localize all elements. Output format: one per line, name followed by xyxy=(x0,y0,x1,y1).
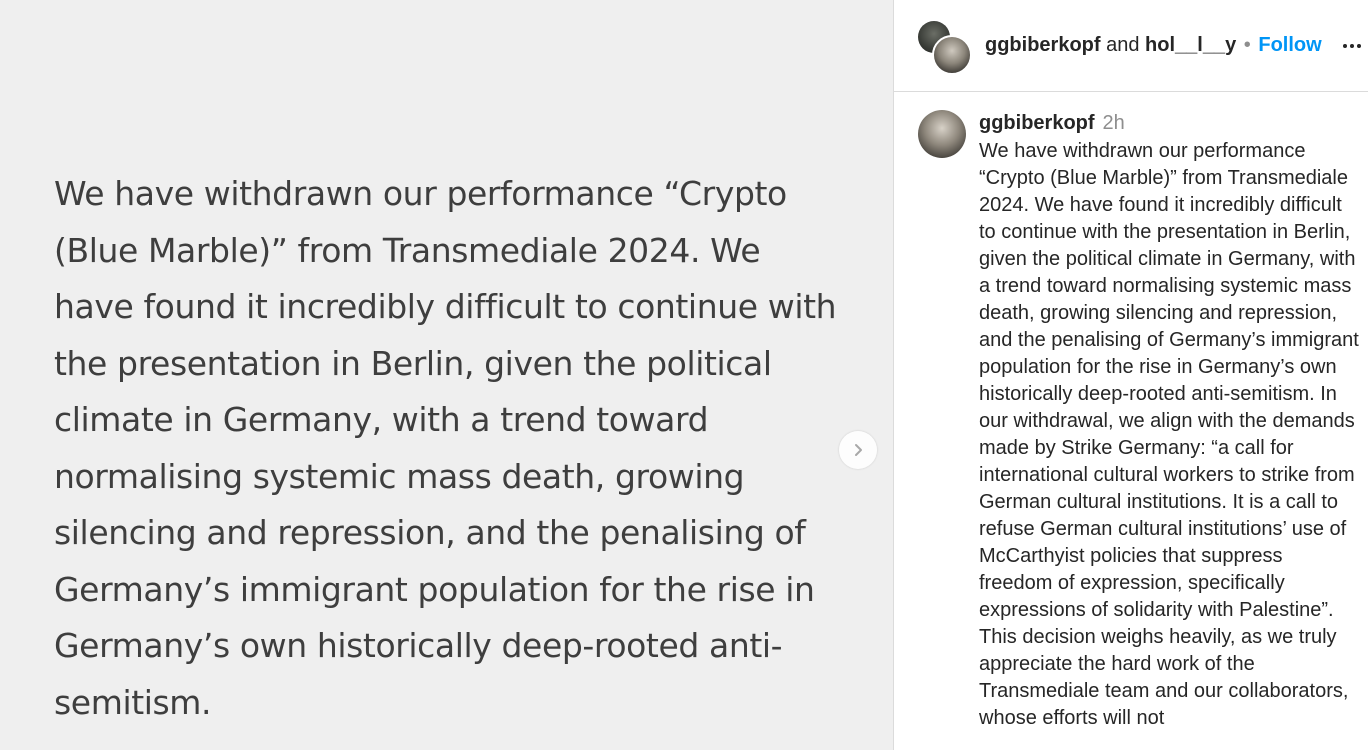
header-usernames: ggbiberkopf and hol__l__y • Follow xyxy=(985,34,1322,57)
and-text: and xyxy=(1106,34,1140,56)
follow-button[interactable]: Follow xyxy=(1258,34,1321,56)
comment-header: ggbiberkopf 2h xyxy=(979,112,1125,135)
next-image-button[interactable] xyxy=(839,431,877,469)
username-link[interactable]: ggbiberkopf xyxy=(985,34,1101,56)
comment-timestamp[interactable]: 2h xyxy=(1103,112,1125,134)
more-horizontal-icon xyxy=(1343,44,1347,48)
more-options-button[interactable] xyxy=(1343,28,1367,64)
avatar[interactable] xyxy=(918,110,966,158)
separator-dot: • xyxy=(1243,34,1251,56)
post-media[interactable]: We have withdrawn our performance “Crypt… xyxy=(0,0,893,750)
caption-comment: ggbiberkopf 2h We have withdrawn our perf… xyxy=(894,92,1368,750)
avatar xyxy=(932,35,972,75)
post-header: ggbiberkopf and hol__l__y • Follow xyxy=(894,0,1368,92)
username-link[interactable]: hol__l__y xyxy=(1145,34,1236,56)
post-side-panel: ggbiberkopf and hol__l__y • Follow ggbib… xyxy=(894,0,1368,750)
caption-text: We have withdrawn our performance “Crypt… xyxy=(979,140,1359,729)
media-text: We have withdrawn our performance “Crypt… xyxy=(54,174,837,722)
comment-username[interactable]: ggbiberkopf xyxy=(979,112,1095,134)
chevron-right-icon xyxy=(855,444,862,456)
collab-avatars[interactable] xyxy=(918,21,972,75)
